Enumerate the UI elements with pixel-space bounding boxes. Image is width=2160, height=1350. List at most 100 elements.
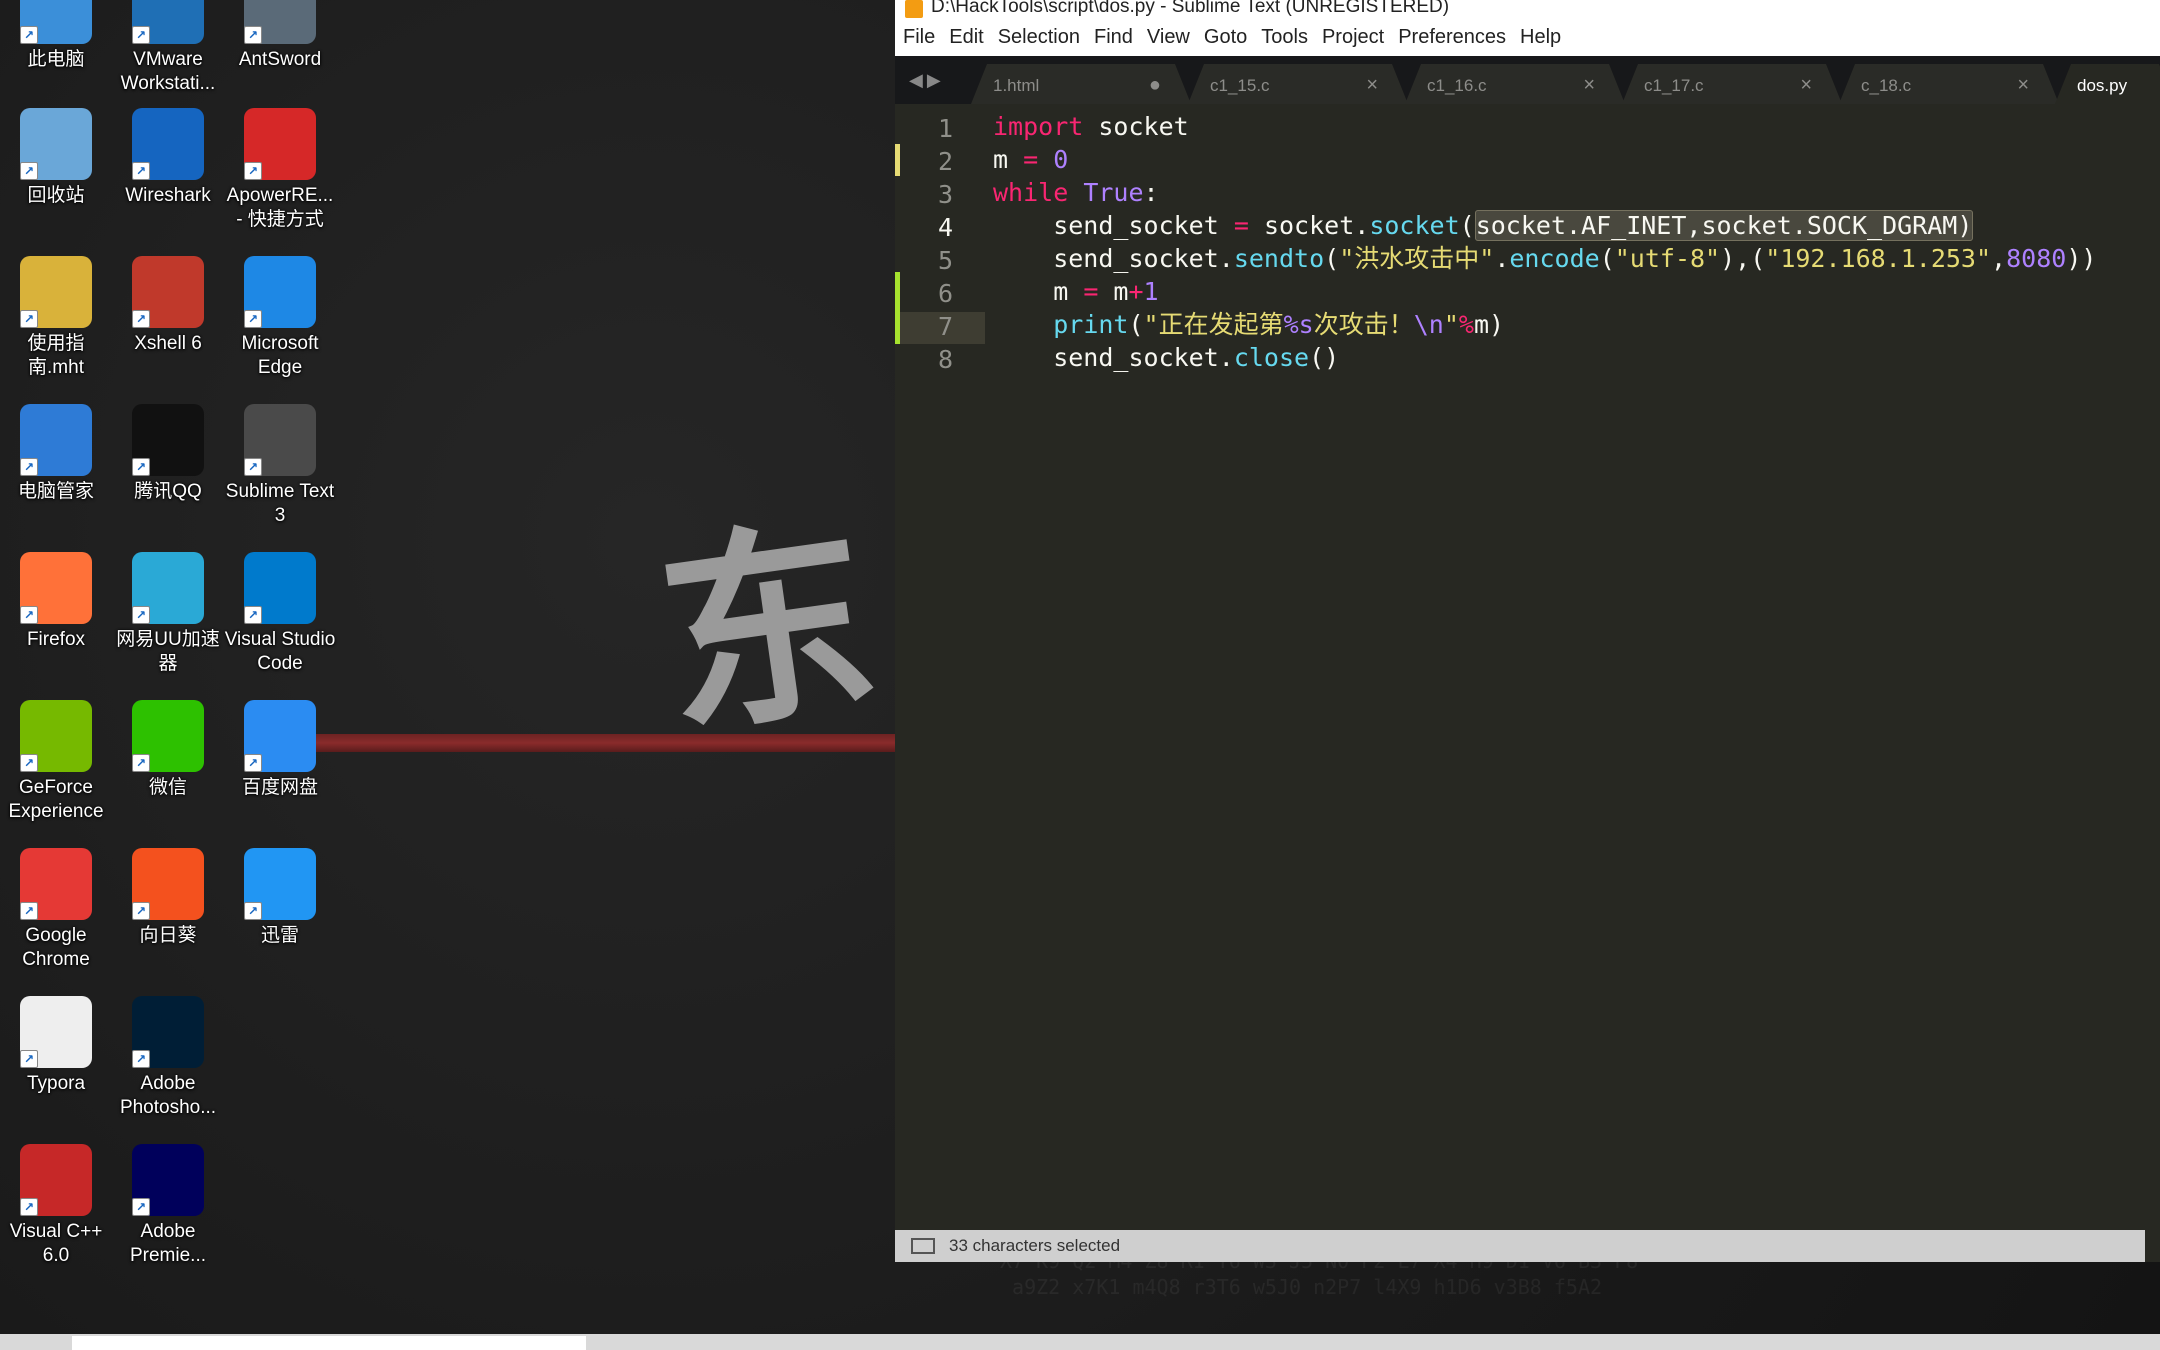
panel-toggle-icon[interactable] [911, 1238, 935, 1254]
menu-help[interactable]: Help [1520, 26, 1561, 49]
code-text: m [993, 277, 1084, 306]
desktop-icon[interactable]: ↗ 电脑管家 [0, 404, 112, 504]
desktop-icon[interactable]: ↗ 迅雷 [224, 848, 336, 948]
vmware-icon: ↗ [132, 0, 204, 44]
desktop-icon-label: Visual C++ 6.0 [9, 1221, 103, 1266]
desktop-icon[interactable]: ↗ Firefox [0, 552, 112, 652]
shortcut-arrow-icon: ↗ [20, 162, 38, 180]
vcpp-icon: ↗ [20, 1144, 92, 1216]
desktop-icon[interactable]: ↗ Visual Studio Code [224, 552, 336, 676]
desktop-icon[interactable]: ↗ Microsoft Edge [224, 256, 336, 380]
string-literal: 次攻击！ [1313, 310, 1414, 339]
close-icon[interactable]: × [1583, 74, 1595, 97]
tab-1-html[interactable]: 1.html ● [971, 64, 1191, 104]
pc-manager-icon: ↗ [20, 404, 92, 476]
tab-label: c1_15.c [1210, 76, 1270, 95]
desktop-icon[interactable]: ↗ 微信 [112, 700, 224, 800]
desktop-icon-label: Adobe Photosho... [119, 1073, 217, 1118]
title-bar[interactable]: D:\HackTools\script\dos.py - Sublime Tex… [895, 0, 2160, 18]
desktop-icon[interactable]: ↗ Adobe Photosho... [112, 996, 224, 1120]
desktop-icon[interactable]: ↗ GeForce Experience [0, 700, 112, 824]
desktop-icon-label: 百度网盘 [241, 777, 318, 798]
sublime-icon: ↗ [244, 404, 316, 476]
code-text: send_socket [993, 211, 1234, 240]
code-text: m [1098, 277, 1129, 306]
code-line-1: import socket [993, 110, 1189, 143]
window-title: D:\HackTools\script\dos.py - Sublime Tex… [931, 0, 1450, 17]
shortcut-arrow-icon: ↗ [244, 754, 262, 772]
code-line-8: send_socket.close() [993, 341, 1339, 374]
desktop-icon[interactable]: ↗ 腾讯QQ [112, 404, 224, 504]
close-icon[interactable]: × [1800, 74, 1812, 97]
line-number-gutter: 1 2 3 4 5 6 7 8 [895, 104, 985, 1230]
function-call: encode [1509, 244, 1600, 273]
desktop-icon-label: Microsoft Edge [241, 333, 319, 378]
tab-nav-arrows-icon[interactable]: ◀▶ [909, 70, 945, 91]
desktop-icon[interactable]: ↗ Sublime Text 3 [224, 404, 336, 528]
tab-label: dos.py [2077, 76, 2128, 95]
desktop-icon[interactable]: ↗ VMware Workstati... [112, 0, 224, 96]
menu-goto[interactable]: Goto [1204, 26, 1247, 49]
unsaved-dot-icon[interactable]: ● [1149, 74, 1161, 97]
desktop-icon-label: 使用指南.mht [27, 333, 85, 378]
desktop-icon[interactable]: ↗ Visual C++ 6.0 [0, 1144, 112, 1268]
shortcut-arrow-icon: ↗ [132, 902, 150, 920]
shortcut-arrow-icon: ↗ [20, 754, 38, 772]
desktop-icon[interactable]: ↗ Xshell 6 [112, 256, 224, 356]
function-call: close [1233, 343, 1310, 372]
close-icon[interactable]: × [1366, 74, 1378, 97]
function-call: print [1053, 310, 1129, 339]
shortcut-arrow-icon: ↗ [244, 458, 262, 476]
desktop-icon[interactable]: ↗ AntSword [224, 0, 336, 72]
code-line-6: m = m+1 [993, 275, 1158, 308]
menu-view[interactable]: View [1147, 26, 1190, 49]
menu-project[interactable]: Project [1322, 26, 1384, 49]
menu-selection[interactable]: Selection [998, 26, 1080, 49]
menu-preferences[interactable]: Preferences [1398, 26, 1506, 49]
menu-file[interactable]: File [903, 26, 935, 49]
tab-c1-17[interactable]: c1_17.c × [1622, 64, 1842, 104]
operator: = [1233, 211, 1249, 240]
code-text: m) [1473, 310, 1505, 339]
tab-label: c1_16.c [1427, 76, 1487, 95]
desktop-icon[interactable]: ↗ 使用指南.mht [0, 256, 112, 380]
shortcut-arrow-icon: ↗ [132, 458, 150, 476]
desktop-icon[interactable]: ↗ 回收站 [0, 108, 112, 208]
desktop-icon[interactable]: ↗ Typora [0, 996, 112, 1096]
string-literal: " [1443, 310, 1459, 339]
taskbar-search-box[interactable] [72, 1336, 586, 1350]
desktop-icon[interactable]: ↗ 百度网盘 [224, 700, 336, 800]
tab-c1-16[interactable]: c1_16.c × [1405, 64, 1625, 104]
tab-c-18[interactable]: c_18.c × [1839, 64, 2059, 104]
constant: True [1083, 178, 1144, 207]
menu-find[interactable]: Find [1094, 26, 1133, 49]
line-number: 7 [937, 312, 953, 341]
desktop-icon-label: Firefox [26, 629, 86, 650]
tab-c1-15[interactable]: c1_15.c × [1188, 64, 1408, 104]
shortcut-arrow-icon: ↗ [132, 1198, 150, 1216]
text-selection[interactable]: socket.AF_INET,socket.SOCK_DGRAM) [1474, 210, 1974, 241]
sunflower-icon: ↗ [132, 848, 204, 920]
code-text: ( [1599, 244, 1615, 273]
desktop-icon[interactable]: ↗ ApowerRE... - 快捷方式 [224, 108, 336, 232]
code-editor[interactable]: import socket m = 0 while True: send_soc… [993, 104, 2160, 1230]
photoshop-icon: ↗ [132, 996, 204, 1068]
shortcut-arrow-icon: ↗ [132, 162, 150, 180]
close-icon[interactable]: × [2017, 74, 2029, 97]
vscode-icon: ↗ [244, 552, 316, 624]
code-text: m [993, 145, 1024, 174]
desktop-icon[interactable]: ↗ 网易UU加速器 [112, 552, 224, 676]
operator: = [1023, 145, 1039, 174]
geforce-icon: ↗ [20, 700, 92, 772]
menu-tools[interactable]: Tools [1261, 26, 1308, 49]
tab-dos-py[interactable]: dos.py [2055, 64, 2160, 104]
baidu-netdisk-icon: ↗ [244, 700, 316, 772]
desktop-icon[interactable]: ↗ 向日葵 [112, 848, 224, 948]
menu-edit[interactable]: Edit [949, 26, 983, 49]
code-text: . [1494, 244, 1510, 273]
desktop-icon[interactable]: ↗ Google Chrome [0, 848, 112, 972]
desktop-icon[interactable]: ↗ Wireshark [112, 108, 224, 208]
desktop-icon[interactable]: ↗ Adobe Premie... [112, 1144, 224, 1268]
desktop-icon[interactable]: ↗ 此电脑 [0, 0, 112, 72]
